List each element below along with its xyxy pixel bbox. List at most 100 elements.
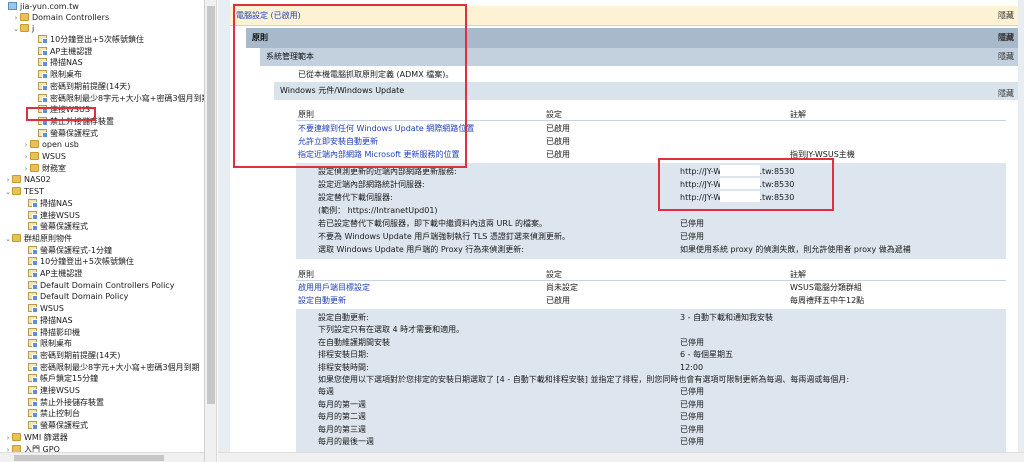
gpo-link-icon [28, 292, 38, 302]
tree-gpo-obj-6[interactable]: 掃描NAS [20, 315, 73, 326]
gpo-link-icon [38, 46, 48, 56]
tree-gpo-container[interactable]: ⌄ 群組原則物件 [4, 233, 72, 244]
tree-vertical-scrollbar[interactable] [205, 0, 217, 462]
tree-node-label: 掃描NAS [50, 58, 83, 68]
tree-gpo-test-0[interactable]: 掃描NAS [20, 198, 73, 209]
expand-chevron-icon[interactable]: › [22, 140, 30, 150]
collapse-chevron-icon[interactable]: ⌄ [4, 234, 12, 244]
collapse-chevron-icon[interactable]: ⌄ [4, 187, 12, 197]
detail-label: 如果您使用以下選項對於您排定的安裝日期選取了 [4 - 自動下載和排程安裝] 並… [318, 375, 850, 384]
tree-node-label: jia-yun.com.tw [20, 2, 79, 11]
tree-node-label: WMI 篩選器 [24, 432, 68, 442]
tree-gpo-obj-2[interactable]: AP主機認證 [20, 269, 82, 279]
tree-gpo-j-2[interactable]: 掃描NAS [30, 58, 83, 68]
tree-gpo-obj-8[interactable]: 限制桌布 [20, 339, 72, 349]
tree-ou-wsus[interactable]: › WSUS [22, 152, 66, 162]
gpo-link-icon [28, 409, 38, 419]
ou-folder-icon [12, 187, 21, 196]
hide-link[interactable]: 隱藏 [998, 6, 1014, 26]
tree-gpo-obj-7[interactable]: 掃描影印機 [20, 327, 80, 338]
tree-node-label: 群組原則物件 [24, 233, 72, 243]
gpo-link-icon [38, 58, 48, 68]
tree-gpo-j-3[interactable]: 限制桌布 [30, 70, 82, 80]
tree-ou-nas02[interactable]: › NAS02 [4, 175, 51, 185]
tree-domain-controllers[interactable]: › Domain Controllers [12, 13, 109, 23]
expand-chevron-icon[interactable]: › [22, 152, 30, 162]
detail-value: 如果使用系統 proxy 的偵測失敗，則允許使用者 proxy 做為遞補 [680, 245, 911, 254]
tree-gpo-j-8[interactable]: 螢幕保護程式 [30, 128, 98, 139]
tree-gpo-obj-13[interactable]: 禁止外接儲存裝置 [20, 397, 104, 408]
tree-node-label: 禁止外接儲存裝置 [40, 397, 104, 407]
hide-link-policies[interactable]: 隱藏 [998, 28, 1014, 48]
tree-gpo-obj-0[interactable]: 螢幕保護程式-1分鐘 [20, 245, 112, 256]
tree-gpo-j-5[interactable]: 密碼限制最少8字元+大小寫+密碼3個月到期 [30, 93, 204, 104]
gpo-link-icon [28, 222, 38, 232]
tree-node-label: 螢幕保護程式 [40, 421, 88, 431]
tree-gpo-obj-9[interactable]: 密碼到期前提醒(14天) [20, 350, 120, 361]
policy-name-link[interactable]: 設定自動更新 [298, 296, 346, 306]
report-horizontal-scrollbar[interactable] [218, 452, 1024, 462]
expand-chevron-icon[interactable]: › [4, 175, 12, 185]
gpo-link-icon [28, 315, 38, 325]
detail-label: 每月的第一週 [318, 399, 366, 409]
detail-label: 在自動維護期間安裝 [318, 337, 390, 347]
policy-setting: 已啟用 [546, 150, 570, 159]
tree-node-label: 連接WSUS [40, 210, 80, 220]
tree-gpo-j-1[interactable]: AP主機認證 [30, 46, 92, 57]
gpo-link-icon [28, 280, 38, 290]
gpo-link-icon [38, 70, 48, 80]
tree-node-label: AP主機認證 [40, 269, 83, 278]
tree-gpo-obj-12[interactable]: 連接WSUS [20, 386, 80, 396]
tree-ou-open-usb[interactable]: › open usb [22, 140, 79, 150]
gpo-link-icon [28, 327, 38, 337]
gpo-link-icon [28, 421, 38, 431]
detail-label: 排程安裝日期: [318, 350, 369, 360]
expand-chevron-icon[interactable]: › [4, 433, 12, 443]
tree-gpo-obj-1[interactable]: 10分鐘登出+5次帳號鎖住 [20, 257, 134, 267]
tree-gpo-obj-10[interactable]: 密碼限制最少8字元+大小寫+密碼3個月到期 [20, 362, 200, 373]
detail-value: 已停用 [680, 399, 704, 409]
tree-node-label: TEST [24, 187, 44, 197]
tree-gpo-j-4[interactable]: 密碼到期前提醒(14天) [30, 81, 130, 92]
ou-folder-icon [30, 140, 39, 149]
tree-root-domain[interactable]: jia-yun.com.tw [0, 2, 79, 12]
tree-node-label: 螢幕保護程式-1分鐘 [40, 245, 112, 255]
tree-node-label: 密碼限制最少8字元+大小寫+密碼3個月到期 [40, 362, 200, 372]
hide-link-section[interactable]: 隱藏 [998, 89, 1014, 99]
ou-folder-icon [12, 432, 21, 441]
expand-chevron-icon[interactable]: › [22, 164, 30, 174]
tree-wmi-filters[interactable]: › WMI 篩選器 [4, 432, 68, 443]
detail-value: 已停用 [680, 337, 704, 347]
gpo-link-icon [38, 81, 48, 91]
tree-ou-finance[interactable]: › 財務室 [22, 163, 66, 174]
expand-chevron-icon[interactable]: › [12, 13, 20, 23]
policy-name-link[interactable]: 啟用用戶端目標設定 [298, 283, 370, 293]
tree-horizontal-scrollbar[interactable] [0, 452, 204, 462]
detail-label: 排程安裝時間: [318, 362, 369, 372]
tree-ou-j[interactable]: ⌄ j [12, 24, 34, 34]
tree-ou-test[interactable]: ⌄ TEST [4, 187, 44, 197]
hide-link-admin[interactable]: 隱藏 [998, 48, 1014, 66]
detail-label: 每月的最後一週 [318, 437, 374, 446]
tree-gpo-test-1[interactable]: 連接WSUS [20, 210, 80, 221]
domain-icon [8, 2, 17, 10]
tree-gpo-obj-3[interactable]: Default Domain Controllers Policy [20, 280, 175, 291]
tree-gpo-obj-11[interactable]: 帳戶鎖定15分鐘 [20, 374, 98, 384]
tree-node-label: NAS02 [24, 175, 51, 185]
tree-gpo-obj-15[interactable]: 螢幕保護程式 [20, 421, 88, 431]
collapse-chevron-icon[interactable]: ⌄ [12, 24, 20, 34]
tree-gpo-obj-5[interactable]: WSUS [20, 304, 64, 314]
tree-gpo-j-0[interactable]: 10分鐘登出+5次帳號鎖住 [30, 35, 144, 45]
tree-gpo-obj-14[interactable]: 禁止控制台 [20, 409, 80, 419]
gpo-link-icon [28, 374, 38, 384]
tree-node-label: Default Domain Controllers Policy [40, 280, 175, 290]
gpmc-tree-pane[interactable]: jia-yun.com.tw › Domain Controllers ⌄ j 10分鐘登… [0, 0, 205, 462]
policy-setting: 已啟用 [546, 296, 570, 305]
gpo-link-icon [28, 257, 38, 267]
tree-node-label: 禁止控制台 [40, 409, 80, 419]
tree-gpo-test-2[interactable]: 螢幕保護程式 [20, 222, 88, 232]
col-setting-header-2: 設定 [546, 270, 562, 279]
tree-gpo-obj-4[interactable]: Default Domain Policy [20, 292, 128, 302]
gpo-link-icon [28, 304, 38, 314]
tree-node-label: Default Domain Policy [40, 292, 129, 302]
